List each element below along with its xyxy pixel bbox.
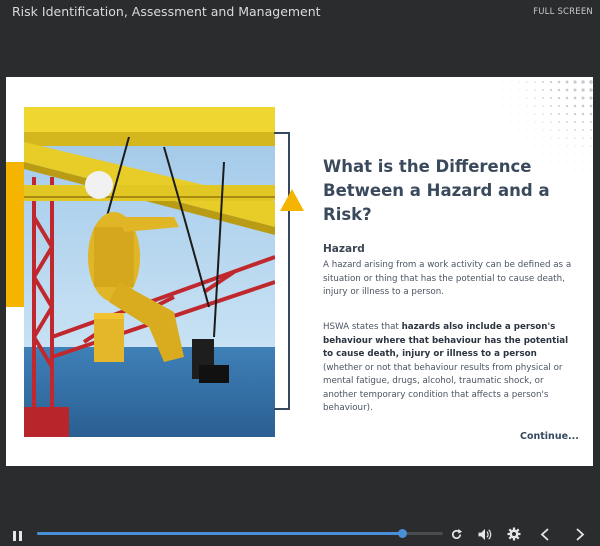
hazard-title: Hazard: [323, 243, 365, 255]
slide-heading: What is the Difference Between a Hazard …: [323, 155, 553, 227]
fullscreen-button[interactable]: FULL SCREEN: [533, 7, 593, 17]
hswa-text: (whether or not that behaviour results f…: [323, 362, 563, 414]
content-bracket: [274, 132, 290, 410]
worker-photo: [24, 107, 275, 437]
hswa-paragraph: HSWA states that hazards also include a …: [323, 321, 578, 416]
yellow-triangle-marker: [280, 189, 304, 211]
heading-line: What is the Difference: [323, 157, 532, 176]
previous-icon[interactable]: [540, 526, 550, 545]
heading-line: Between a Hazard and a: [323, 181, 550, 200]
player-controls: [0, 520, 600, 546]
yellow-accent-bar: [6, 162, 24, 307]
progress-handle[interactable]: [398, 529, 408, 538]
settings-icon[interactable]: [507, 526, 521, 545]
continue-link[interactable]: Continue...: [520, 431, 579, 442]
pause-icon[interactable]: [12, 527, 24, 546]
heading-line: Risk?: [323, 205, 372, 224]
slide-panel: What is the Difference Between a Hazard …: [6, 77, 593, 466]
course-title: Risk Identification, Assessment and Mana…: [12, 4, 321, 19]
top-bar: Risk Identification, Assessment and Mana…: [0, 0, 600, 26]
progress-slider[interactable]: [37, 529, 443, 538]
progress-fill: [37, 532, 403, 535]
hazard-definition: A hazard arising from a work activity ca…: [323, 260, 572, 297]
replay-icon[interactable]: [450, 526, 463, 545]
next-icon[interactable]: [575, 526, 585, 545]
volume-icon[interactable]: [477, 526, 493, 545]
hswa-text: HSWA states that: [323, 322, 402, 332]
